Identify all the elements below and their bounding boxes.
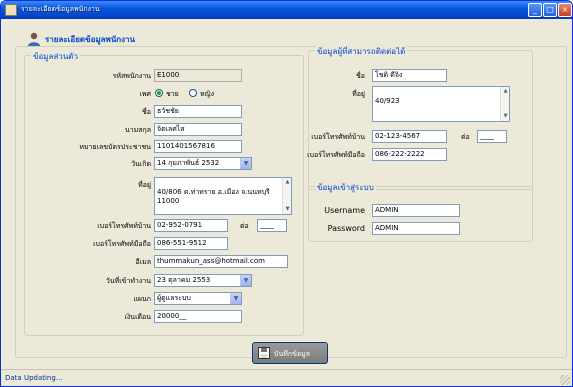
close-button[interactable]: × xyxy=(558,3,572,17)
title-bar[interactable]: รายละเอียดข้อมูลพนักงาน _ □ × xyxy=(1,1,572,19)
scroll-up-icon[interactable]: ▲ xyxy=(284,179,291,186)
department-select[interactable]: ผู้ดูแลระบบ ▼ xyxy=(154,292,242,305)
main-window: รายละเอียดข้อมูลพนักงาน _ □ × รายละเอียด… xyxy=(0,0,573,387)
contact-info-group: ข้อมูลผู้ที่สามารถติดต่อได้ ชื่อ โชติ ดี… xyxy=(307,45,533,190)
mobile-field[interactable]: 086-551-9512 xyxy=(154,237,228,250)
app-icon xyxy=(5,4,17,16)
personal-info-legend: ข้อมูลส่วนตัว xyxy=(31,50,80,63)
scroll-up-icon[interactable]: ▲ xyxy=(502,88,509,95)
idcard-field[interactable]: 1101401567816 xyxy=(154,140,242,153)
gender-male-label: ชาย xyxy=(166,90,179,98)
user-icon xyxy=(28,32,40,46)
department-label: แผนก xyxy=(133,295,151,303)
homephone-ext-field[interactable]: ____ xyxy=(257,219,287,232)
chevron-down-icon[interactable]: ▼ xyxy=(230,293,241,304)
lastname-field[interactable]: จิตเลศไส xyxy=(154,123,242,136)
maximize-button[interactable]: □ xyxy=(543,3,557,17)
firstname-label: ชื่อ xyxy=(142,108,151,116)
minimize-button[interactable]: _ xyxy=(528,3,542,17)
gender-female-label: หญิง xyxy=(200,90,214,98)
contact-address-label: ที่อยู่ xyxy=(352,90,365,98)
contact-address-value: 40/923 xyxy=(375,97,400,105)
homephone-label: เบอร์โทรศัพท์บ้าน xyxy=(97,222,151,230)
floppy-disk-icon xyxy=(258,347,270,359)
page-title: รายละเอียดข้อมูลพนักงาน xyxy=(45,35,135,44)
gender-label: เพศ xyxy=(139,90,151,98)
username-field[interactable]: ADMIN xyxy=(372,204,460,217)
chevron-down-icon[interactable]: ▼ xyxy=(240,275,251,286)
address-value: 40/806 ต.ท่าทราย อ.เมือง จ.นนทบุรี 11000 xyxy=(157,188,270,205)
status-text: Data Updating... xyxy=(5,374,63,382)
contact-mobile-label: เบอร์โทรศัพท์มือถือ xyxy=(307,151,365,159)
startdate-picker[interactable]: 23 ตุลาคม 2553 ▼ xyxy=(154,274,252,287)
contact-info-legend: ข้อมูลผู้ที่สามารถติดต่อได้ xyxy=(315,45,408,58)
password-field[interactable]: ADMIN xyxy=(372,222,460,235)
login-info-group: ข้อมูลเข้าสู่ระบบ Username ADMIN Passwor… xyxy=(308,181,533,242)
contact-homephone-label: เบอร์โทรศัพท์บ้าน xyxy=(311,133,365,141)
save-button-label: บันทึกข้อมูล xyxy=(274,351,310,358)
save-button[interactable]: บันทึกข้อมูล xyxy=(252,342,328,364)
homephone-field[interactable]: 02-952-0791 xyxy=(154,219,228,232)
contact-ext-label: ต่อ xyxy=(461,133,470,141)
contact-mobile-field[interactable]: 086-222-2222 xyxy=(372,148,447,161)
status-bar: Data Updating... xyxy=(1,369,572,386)
contact-homephone-field[interactable]: 02-123-4567 xyxy=(372,130,447,143)
firstname-field[interactable]: ธวัชชัย xyxy=(154,105,242,118)
scroll-down-icon[interactable]: ▼ xyxy=(502,113,509,120)
chevron-down-icon[interactable]: ▼ xyxy=(240,158,251,169)
startdate-label: วันที่เข้าทำงาน xyxy=(105,277,151,285)
idcard-label: หมายเลขบัตรประชาชน xyxy=(79,143,151,151)
mobile-label: เบอร์โทรศัพท์มือถือ xyxy=(93,240,151,248)
address-scrollbar[interactable]: ▲ ▼ xyxy=(282,178,291,214)
birthdate-value: 14 กุมภาพันธ์ 2532 xyxy=(157,159,220,167)
contact-name-field[interactable]: โชติ ดีจิง xyxy=(372,69,447,82)
email-label: อีเมล xyxy=(135,258,151,266)
department-value: ผู้ดูแลระบบ xyxy=(157,294,191,302)
startdate-value: 23 ตุลาคม 2553 xyxy=(157,276,211,284)
email-field[interactable]: thummakun_ass@hotmail.com xyxy=(154,255,288,268)
salary-label: เงินเดือน xyxy=(124,313,151,321)
resize-grip-icon[interactable] xyxy=(560,375,570,385)
lastname-label: นามสกุล xyxy=(124,126,151,134)
scroll-down-icon[interactable]: ▼ xyxy=(284,206,291,213)
birthdate-label: วันเกิด xyxy=(131,160,151,168)
personal-info-group: ข้อมูลส่วนตัว รหัสพนักงาน E1000 เพศ ชาย … xyxy=(24,50,304,336)
gender-female-radio[interactable] xyxy=(189,89,197,97)
contact-ext-field[interactable]: ____ xyxy=(477,130,507,143)
address-label: ที่อยู่ xyxy=(138,181,151,189)
form-area: รายละเอียดข้อมูลพนักงาน ข้อมูลส่วนตัว รห… xyxy=(5,20,570,368)
salary-field[interactable]: 20000__ xyxy=(154,310,242,323)
birthdate-picker[interactable]: 14 กุมภาพันธ์ 2532 ▼ xyxy=(154,157,252,170)
login-info-legend: ข้อมูลเข้าสู่ระบบ xyxy=(315,181,376,194)
emp-id-field[interactable]: E1000 xyxy=(154,69,242,82)
password-label: Password xyxy=(327,224,365,233)
contact-address-scrollbar[interactable]: ▲ ▼ xyxy=(500,87,509,121)
window-title: รายละเอียดข้อมูลพนักงาน xyxy=(21,5,100,13)
contact-name-label: ชื่อ xyxy=(356,72,365,80)
emp-id-label: รหัสพนักงาน xyxy=(112,72,151,80)
homephone-ext-label: ต่อ xyxy=(240,222,249,230)
gender-male-radio[interactable] xyxy=(155,89,163,97)
username-label: Username xyxy=(324,206,365,215)
contact-address-field[interactable]: 40/923 ▲ ▼ xyxy=(372,86,510,122)
address-field[interactable]: 40/806 ต.ท่าทราย อ.เมือง จ.นนทบุรี 11000… xyxy=(154,177,292,215)
